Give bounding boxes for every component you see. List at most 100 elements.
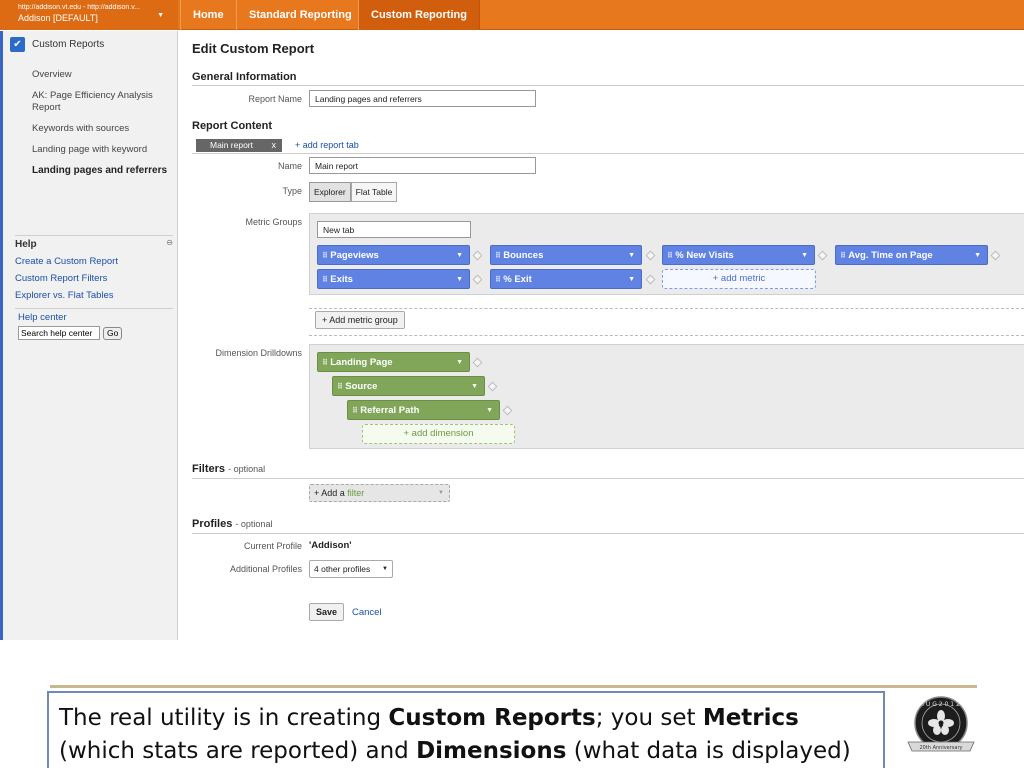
type-explorer-button[interactable]: Explorer	[309, 182, 351, 202]
dropdown-arrow-icon: ▼	[456, 276, 463, 283]
grip-icon: ⠿	[495, 275, 502, 284]
remove-metric-icon[interactable]	[645, 274, 656, 285]
profiles-heading: Profiles - optional	[192, 518, 272, 530]
type-label: Type	[282, 186, 302, 196]
help-search: Go	[18, 326, 173, 340]
metric-label: % Exit	[503, 274, 532, 285]
sidebar: ✔ Custom Reports Overview AK: Page Effic…	[0, 31, 178, 640]
report-content-heading: Report Content	[192, 120, 273, 132]
metric-group-panel: New tab ⠿ Pageviews ▼ ⠿ Bounces ▼ ⠿ % New Vis…	[309, 213, 1024, 295]
caption-emphasis: Custom Reports	[388, 705, 596, 731]
collapse-icon[interactable]: ⊖	[166, 238, 173, 247]
remove-dimension-icon[interactable]	[472, 357, 483, 368]
top-nav-bar: http://addison.vt.edu - http://addison.v…	[0, 0, 1024, 30]
dimension-label: Referral Path	[360, 405, 420, 416]
remove-dimension-icon[interactable]	[502, 405, 513, 416]
tab-name-input[interactable]: Main report	[309, 157, 536, 174]
go-button[interactable]: Go	[103, 326, 123, 340]
tab-standard-reporting[interactable]: Standard Reporting	[236, 0, 364, 30]
additional-profiles-select[interactable]: 4 other profiles ▼	[309, 560, 393, 578]
help-section: Help ⊖ Create a Custom Report Custom Rep…	[15, 235, 173, 340]
sidebar-title: Custom Reports	[32, 39, 105, 50]
add-filter-prefix: + Add a	[314, 488, 348, 498]
help-link-filters[interactable]: Custom Report Filters	[15, 273, 173, 284]
main-content: Edit Custom Report General Information R…	[180, 31, 1024, 640]
add-metric-group-button[interactable]: + Add metric group	[315, 311, 405, 329]
sidebar-item-landing-referrers[interactable]: Landing pages and referrers	[32, 165, 172, 177]
remove-metric-icon[interactable]	[817, 250, 828, 261]
type-toggle: Explorer Flat Table	[309, 182, 398, 202]
divider	[15, 308, 173, 309]
dropdown-arrow-icon: ▼	[974, 252, 981, 259]
remove-metric-icon[interactable]	[472, 250, 483, 261]
dimension-landing-page[interactable]: ⠿ Landing Page ▼	[317, 352, 470, 372]
sidebar-item-page-efficiency[interactable]: AK: Page Efficiency Analysis Report	[32, 90, 172, 114]
help-link-create[interactable]: Create a Custom Report	[15, 256, 173, 267]
save-button[interactable]: Save	[309, 603, 345, 621]
account-selector[interactable]: http://addison.vt.edu - http://addison.v…	[0, 0, 178, 30]
dimension-label: Source	[345, 381, 378, 392]
remove-metric-icon[interactable]	[645, 250, 656, 261]
metric-label: Pageviews	[330, 250, 379, 261]
metric-avg-time-on-page[interactable]: ⠿ Avg. Time on Page ▼	[835, 245, 988, 265]
additional-profiles-label: Additional Profiles	[229, 564, 302, 574]
dimension-referral-path[interactable]: ⠿ Referral Path ▼	[347, 400, 500, 420]
metric-exits[interactable]: ⠿ Exits ▼	[317, 269, 470, 289]
remove-metric-icon[interactable]	[472, 274, 483, 285]
tab-custom-reporting[interactable]: Custom Reporting	[358, 0, 480, 30]
general-info-heading: General Information	[192, 71, 297, 83]
divider	[192, 153, 1024, 154]
sidebar-item-keywords-sources[interactable]: Keywords with sources	[32, 123, 172, 135]
add-dimension-button[interactable]: + add dimension	[362, 424, 515, 444]
metric-new-visits[interactable]: ⠿% New Visits ▼	[662, 245, 815, 265]
grip-icon: ⠿	[337, 382, 344, 391]
add-report-tab-link[interactable]: + add report tab	[295, 140, 359, 150]
caption-text: (which stats are reported) and	[59, 738, 417, 764]
iug-2012-logo: I U G 2 0 1 2 20th Anniversary	[904, 694, 978, 758]
caption-text: ; you set	[595, 705, 703, 731]
dropdown-arrow-icon: ▼	[382, 566, 388, 572]
metric-bounces[interactable]: ⠿ Bounces ▼	[490, 245, 642, 265]
dimension-source[interactable]: ⠿ Source ▼	[332, 376, 485, 396]
dropdown-arrow-icon: ▼	[456, 252, 463, 259]
remove-dimension-icon[interactable]	[487, 381, 498, 392]
dimension-panel: ⠿ Landing Page ▼ ⠿ Source ▼ ⠿ Referral Path ▼ …	[309, 344, 1024, 449]
metric-pageviews[interactable]: ⠿ Pageviews ▼	[317, 245, 470, 265]
grip-icon: ⠿	[495, 251, 502, 260]
dropdown-arrow-icon: ▼	[456, 359, 463, 366]
sidebar-item-landing-keyword[interactable]: Landing page with keyword	[32, 144, 172, 156]
metric-group-name-input[interactable]: New tab	[317, 221, 471, 238]
help-center-link[interactable]: Help center	[18, 312, 173, 323]
report-name-input[interactable]: Landing pages and referrers	[309, 90, 536, 107]
dimension-label: Landing Page	[330, 357, 393, 368]
close-icon[interactable]: x	[272, 139, 277, 152]
dropdown-arrow-icon: ▼	[628, 252, 635, 259]
help-search-input[interactable]	[18, 326, 100, 340]
report-tab[interactable]: Main report x	[196, 139, 282, 152]
remove-metric-icon[interactable]	[990, 250, 1001, 261]
grip-icon: ⠿	[322, 358, 329, 367]
metric-label: % New Visits	[675, 250, 734, 261]
metric-exit-percent[interactable]: ⠿% Exit ▼	[490, 269, 642, 289]
grip-icon: ⠿	[840, 251, 847, 260]
add-filter-word: filter	[347, 488, 365, 498]
dropdown-arrow-icon: ▼	[801, 252, 808, 259]
add-filter-button[interactable]: + Add a filter ▼	[309, 484, 450, 502]
logo-text: I U G 2 0 1 2	[922, 701, 960, 708]
report-name-label: Report Name	[248, 94, 302, 104]
filters-heading: Filters - optional	[192, 463, 265, 475]
sidebar-item-overview[interactable]: Overview	[32, 69, 172, 81]
metric-label: Exits	[330, 274, 353, 285]
tab-home[interactable]: Home	[180, 0, 236, 30]
filters-title: Filters	[192, 463, 226, 475]
type-flat-table-button[interactable]: Flat Table	[350, 182, 398, 202]
metric-label: Avg. Time on Page	[848, 250, 933, 261]
divider	[309, 335, 1024, 336]
divider	[309, 308, 1024, 309]
cancel-link[interactable]: Cancel	[352, 607, 382, 618]
sidebar-header[interactable]: ✔ Custom Reports	[10, 37, 104, 52]
divider	[192, 533, 1024, 534]
caption-text: The real utility is in creating	[59, 705, 389, 731]
add-metric-button[interactable]: + add metric	[662, 269, 816, 289]
help-link-explorer[interactable]: Explorer vs. Flat Tables	[15, 290, 173, 301]
